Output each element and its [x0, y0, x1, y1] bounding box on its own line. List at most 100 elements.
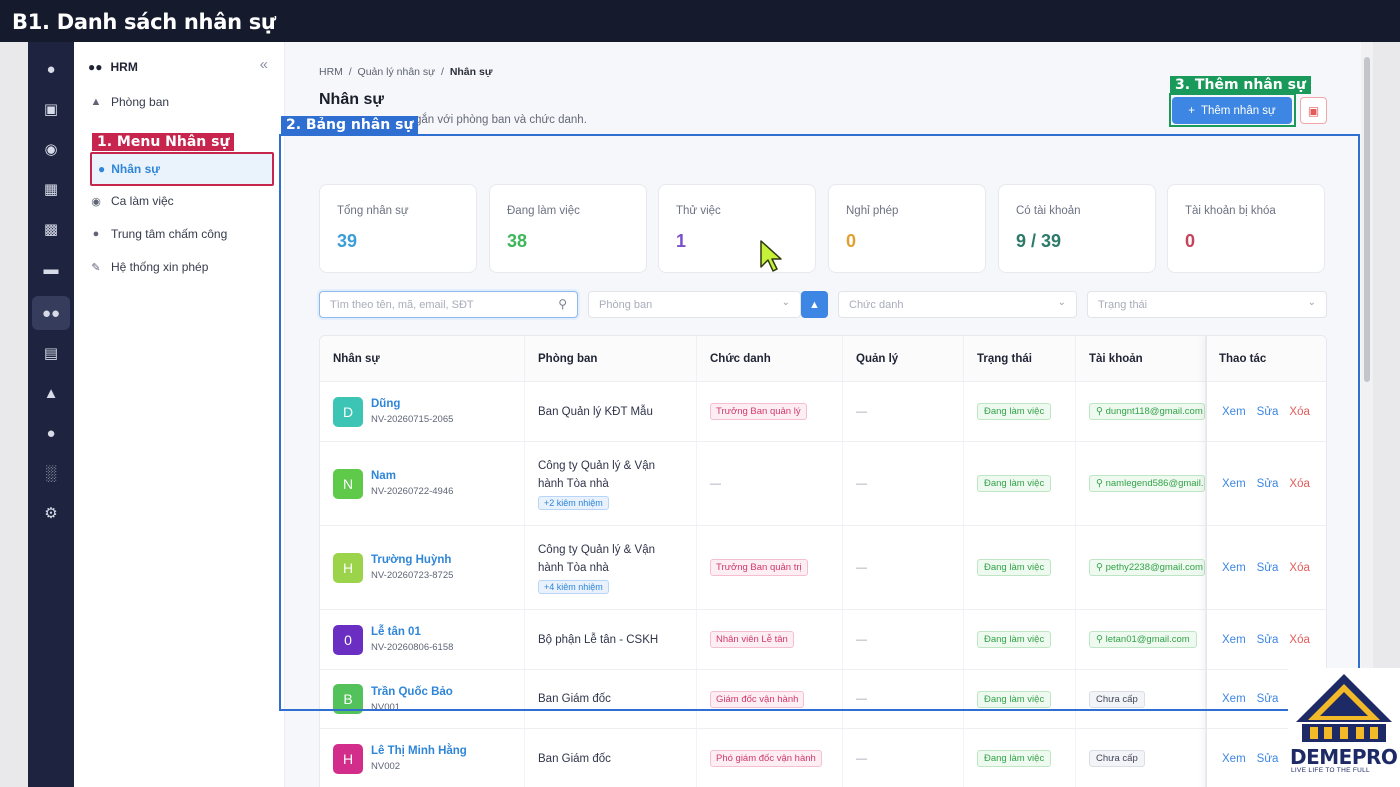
sidebar-item-ca-lam-viec[interactable]: ◉ Ca làm việc — [89, 194, 174, 208]
edit-link[interactable]: Sửa — [1257, 478, 1279, 490]
position-select[interactable]: Chức danh ⌄ — [838, 291, 1077, 318]
table-row: D Dũng NV-20260715-2065 Ban Quản lý KĐT … — [320, 382, 1326, 442]
view-link[interactable]: Xem — [1222, 562, 1246, 574]
view-link[interactable]: Xem — [1222, 478, 1246, 490]
search-input[interactable]: Tìm theo tên, mã, email, SĐT ⚲ — [319, 291, 578, 318]
users-icon[interactable]: ●● — [32, 296, 70, 330]
banner-title: B1. Danh sách nhân sự — [12, 10, 276, 34]
car-icon[interactable]: ▬ — [32, 252, 70, 286]
status-badge: Đang làm việc — [977, 750, 1052, 767]
employee-name-link[interactable]: Nam — [371, 470, 453, 482]
chevron-down-icon: ⌄ — [781, 297, 790, 308]
position-badge: Phó giám đốc vận hành — [710, 750, 822, 767]
edit-link[interactable]: Sửa — [1257, 693, 1279, 705]
employee-code: NV001 — [371, 701, 401, 713]
avatar: B — [333, 684, 363, 714]
sidebar-item-trung-tam-cham-cong[interactable]: ● Trung tâm chấm công — [89, 227, 228, 241]
plus-icon: + — [1188, 104, 1195, 117]
view-link[interactable]: Xem — [1222, 753, 1246, 765]
department-name: Công ty Quản lý & Vận hành Tòa nhà — [538, 544, 655, 574]
delete-link[interactable]: Xóa — [1289, 634, 1309, 646]
stat-card-total: Tổng nhân sự 39 — [319, 184, 477, 273]
stat-card-working: Đang làm việc 38 — [489, 184, 647, 273]
person-icon[interactable]: ● — [32, 416, 70, 450]
building-icon[interactable]: ▣ — [32, 92, 70, 126]
icon-rail: ● ▣ ◉ ▦ ▩ ▬ ●● ▤ ▲ ● ░ ⚙ — [28, 42, 74, 787]
annotation-them-nhan-su: 3. Thêm nhân sự — [1170, 76, 1311, 94]
breadcrumb-item[interactable]: Quản lý nhân sự — [358, 66, 436, 78]
employee-code: NV-20260722-4946 — [371, 486, 454, 497]
view-link[interactable]: Xem — [1222, 406, 1246, 418]
department-name: Công ty Quản lý & Vận hành Tòa nhà — [538, 460, 655, 490]
department-select[interactable]: Phòng ban ⌄ — [588, 291, 801, 318]
add-employee-button[interactable]: + Thêm nhân sự — [1172, 97, 1292, 124]
delete-link[interactable]: Xóa — [1289, 562, 1309, 574]
employee-name-link[interactable]: Lễ tân 01 — [371, 626, 453, 638]
column-header[interactable]: Tài khoản — [1076, 336, 1206, 382]
demepro-logo: DEMEPRO LIVE LIFE TO THE FULL — [1288, 668, 1400, 787]
key-icon: ⚲ — [1096, 406, 1106, 417]
view-link[interactable]: Xem — [1222, 634, 1246, 646]
breadcrumb-separator: / — [348, 66, 352, 78]
manager-value: — — [856, 752, 867, 765]
column-header[interactable]: Nhân sự — [320, 336, 525, 382]
scrollbar-thumb[interactable] — [1364, 57, 1370, 382]
sidebar-item-he-thong-xin-phep[interactable]: ✎ Hệ thống xin phép — [89, 260, 208, 274]
avatar: H — [333, 552, 363, 583]
money-bag-icon[interactable]: ◉ — [32, 132, 70, 166]
sidebar-item-label: Phòng ban — [111, 95, 170, 109]
collapse-sidebar-icon[interactable]: « — [260, 56, 268, 73]
sidebar-item-nhan-su[interactable]: ● Nhân sự — [90, 152, 274, 186]
employee-name-link[interactable]: Trường Huỳnh — [371, 554, 453, 566]
employee-code: NV002 — [371, 761, 401, 772]
gear-icon[interactable]: ⚙ — [32, 496, 70, 530]
delete-link[interactable]: Xóa — [1289, 478, 1309, 490]
position-badge: Giám đốc vận hành — [710, 690, 805, 708]
table-row: H Lê Thị Minh Hằng NV002 Ban Giám đốc Ph… — [320, 729, 1326, 787]
bar-chart-icon[interactable]: ░ — [32, 456, 70, 490]
annotation-bang-nhan-su: 2. Bảng nhân sự — [281, 116, 419, 134]
employee-code: NV-20260723-8725 — [371, 570, 454, 581]
column-header[interactable]: Quản lý — [843, 336, 964, 382]
edit-link[interactable]: Sửa — [1257, 406, 1279, 418]
edit-link[interactable]: Sửa — [1257, 562, 1279, 574]
page-title: Nhân sự — [319, 91, 384, 108]
edit-link[interactable]: Sửa — [1257, 753, 1279, 765]
manager-value: — — [856, 693, 867, 705]
account-none-badge: Chưa cấp — [1089, 750, 1145, 767]
stat-label: Đang làm việc — [507, 205, 580, 217]
store-icon[interactable]: ▲ — [32, 376, 70, 410]
edit-link[interactable]: Sửa — [1257, 634, 1279, 646]
concurrent-roles-badge[interactable]: +2 kiêm nhiệm — [538, 496, 609, 510]
employee-name-link[interactable]: Dũng — [371, 398, 453, 410]
delete-bin-button[interactable]: ▣ — [1300, 97, 1327, 124]
user-icon[interactable]: ● — [32, 52, 70, 86]
account-badge: ⚲ pethy2238@gmail.com — [1089, 559, 1205, 576]
empty-position: — — [710, 477, 721, 490]
employee-table: Nhân sự Phòng ban Chức danh Quản lý Trạn… — [319, 335, 1327, 787]
breadcrumb-item[interactable]: HRM — [319, 66, 343, 78]
position-badge: Trưởng Ban quản lý — [710, 403, 807, 420]
calculator-icon[interactable]: ▦ — [32, 172, 70, 206]
key-icon: ⚲ — [1096, 634, 1106, 645]
column-header[interactable]: Phòng ban — [525, 336, 697, 382]
status-placeholder: Trạng thái — [1098, 298, 1148, 311]
column-header[interactable]: Trạng thái — [964, 336, 1076, 382]
column-header[interactable]: Chức danh — [697, 336, 843, 382]
office-icon[interactable]: ▤ — [32, 336, 70, 370]
stat-label: Có tài khoản — [1016, 205, 1081, 217]
department-tree-button[interactable]: ▲ — [801, 291, 828, 318]
delete-link[interactable]: Xóa — [1289, 406, 1309, 418]
concurrent-roles-badge[interactable]: +4 kiêm nhiệm — [538, 580, 609, 594]
view-link[interactable]: Xem — [1222, 693, 1246, 705]
chevron-down-icon: ⌄ — [1307, 297, 1316, 308]
employee-name-link[interactable]: Trần Quốc Bảo — [371, 686, 453, 698]
sidebar-item-phong-ban[interactable]: ▲ Phòng ban — [89, 95, 170, 109]
status-select[interactable]: Trạng thái ⌄ — [1087, 291, 1327, 318]
employee-name-link[interactable]: Lê Thị Minh Hằng — [371, 745, 467, 757]
avatar: D — [333, 396, 363, 427]
avatar: 0 — [333, 624, 363, 655]
breadcrumb: HRM / Quản lý nhân sự / Nhân sự — [319, 66, 492, 78]
org-tree-icon: ▲ — [809, 298, 820, 311]
briefcase-icon[interactable]: ▩ — [32, 212, 70, 246]
